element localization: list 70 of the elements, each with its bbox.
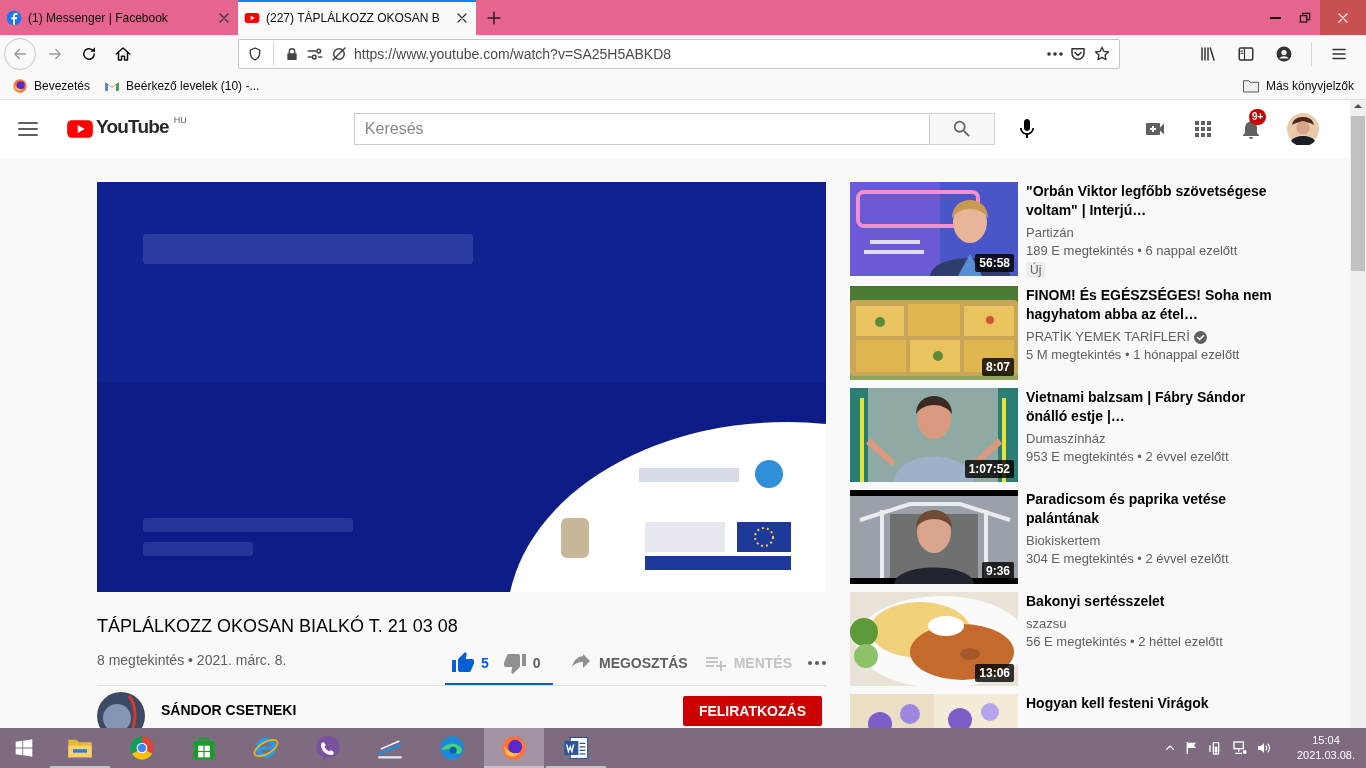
subscribe-button[interactable]: FELIRATKOZÁS <box>682 696 822 726</box>
video-title[interactable]: Hogyan kell festeni Virágok <box>1026 694 1286 713</box>
channel-name[interactable]: szazsu <box>1026 615 1067 633</box>
video-duration: 1:07:52 <box>964 460 1014 478</box>
search-button[interactable] <box>929 113 995 145</box>
video-title[interactable]: Bakonyi sertésszelet <box>1026 592 1286 611</box>
windows-logo-icon <box>14 738 34 758</box>
close-icon <box>1336 10 1350 25</box>
scrollbar-thumb[interactable] <box>1351 116 1365 271</box>
video-stats: 56 E megtekintés • 2 héttel ezelőtt <box>1026 633 1224 651</box>
network-icon[interactable] <box>1232 740 1248 756</box>
video-duration: 56:58 <box>975 254 1014 272</box>
logo-text[interactable]: YouTube <box>96 115 169 139</box>
star-icon[interactable] <box>1093 44 1111 63</box>
browser-tab[interactable]: (227) TÁPLÁLKOZZ OKOSAN B <box>238 0 476 35</box>
channel-name[interactable]: Dumaszínház <box>1026 430 1106 448</box>
video-title[interactable]: Paradicsom és paprika vetése palántának <box>1026 490 1286 528</box>
circle-logo-icon[interactable] <box>128 734 156 762</box>
new-badge: Új <box>1026 262 1046 278</box>
thumbs-up-icon <box>451 650 475 675</box>
video-duration: 8:07 <box>981 358 1014 376</box>
facebook-icon <box>6 9 22 26</box>
user-avatar[interactable] <box>1287 113 1319 145</box>
dislike-button[interactable]: 0 <box>502 642 541 683</box>
search-field[interactable]: Keresés <box>353 113 930 145</box>
video-title[interactable]: Vietnami balzsam | Fábry Sándor önálló estje |… <box>1026 388 1286 426</box>
chat-bubble-icon[interactable] <box>314 734 342 762</box>
taskbar-button[interactable] <box>484 728 544 768</box>
like-button[interactable]: 5 <box>451 642 489 683</box>
fox-globe-icon[interactable] <box>500 734 528 762</box>
browser-tab[interactable]: (1) Messenger | Facebook <box>0 0 238 35</box>
bookmark-link[interactable]: Beérkező levelek (10) -... <box>126 78 260 93</box>
more-icon <box>808 660 826 665</box>
crossed-circle-icon <box>330 44 348 63</box>
restore-icon <box>1298 10 1312 25</box>
document-icon[interactable] <box>562 734 590 762</box>
channel-name[interactable]: PRATİK YEMEK TARİFLERİ <box>1026 328 1190 346</box>
clock-date[interactable]: 2021.03.08. <box>1296 748 1356 763</box>
url-text: https://www.youtube.com/watch?v=SA25H5ABKD8 <box>354 45 673 62</box>
channel-name[interactable]: SÁNDOR CSETNEKI <box>161 692 667 718</box>
video-stats: 304 E megtekintés • 2 évvel ezelőtt <box>1026 550 1230 568</box>
video-title: TÁPLÁLKOZZ OKOSAN BIALKÓ T. 21 03 08 <box>97 614 459 638</box>
video-stats: 189 E megtekintés • 6 nappal ezelőtt <box>1026 242 1239 260</box>
bookmarks-folder[interactable]: Más könyvjelzők <box>1265 78 1354 93</box>
channel-name[interactable]: Partizán <box>1026 224 1074 242</box>
fox-globe-icon <box>12 77 28 94</box>
notification-count: 9+ <box>1249 109 1267 125</box>
video-stats: 5 M megtekintés • 1 hónappal ezelőtt <box>1026 346 1241 364</box>
share-button[interactable]: MEGOSZTÁS <box>569 642 688 683</box>
channel-name[interactable]: Biokiskertem <box>1026 532 1101 550</box>
wave-logo-icon[interactable] <box>438 734 466 762</box>
video-duration: 9:36 <box>981 562 1014 580</box>
video-duration: 13:06 <box>975 664 1014 682</box>
video-title[interactable]: FINOM! És EGÉSZSÉGES! Soha nem hagyhatom abba az étel… <box>1026 286 1286 324</box>
more-icon[interactable] <box>1047 51 1063 56</box>
lock-icon <box>284 45 300 62</box>
bookmark-link[interactable]: Bevezetés <box>34 78 91 93</box>
address-bar[interactable]: https://www.youtube.com/watch?v=SA25H5ABKD8 <box>238 38 1120 69</box>
video-stats: 8 megtekintés • 2021. márc. 8. <box>97 651 287 668</box>
scrollbar[interactable] <box>1350 100 1366 728</box>
library-icon[interactable] <box>1199 44 1217 63</box>
home-icon <box>114 44 132 63</box>
sidebar-icon[interactable] <box>1237 44 1255 63</box>
video-title[interactable]: "Orbán Viktor legfőbb szövetségese voltam" | Interjú… <box>1026 182 1286 220</box>
video-stats: 953 E megtekintés • 2 évvel ezelőtt <box>1026 448 1230 466</box>
country-code: HU <box>173 115 187 125</box>
clock-time[interactable]: 15:04 <box>1312 733 1340 748</box>
shield-icon <box>247 45 263 62</box>
minimize-icon <box>1269 16 1281 19</box>
account-icon[interactable] <box>1275 44 1293 63</box>
